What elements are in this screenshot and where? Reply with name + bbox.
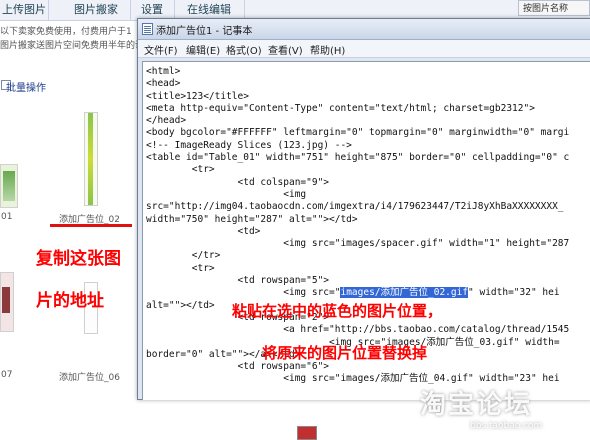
menu-file[interactable]: 文件(F) <box>144 42 178 57</box>
code-line: <td rowspan="5"> <box>146 275 330 287</box>
code-line: <body bgcolor="#FFFFFF" leftmargin="0" t… <box>146 127 570 139</box>
code-line: <tr> <box>146 164 215 176</box>
tab-settings[interactable]: 设置 <box>130 0 175 20</box>
tab-online-edit[interactable]: 在线编辑 <box>174 0 245 20</box>
notice-line-2: 图片搬家送图片空间免费用半年的说 <box>0 41 145 51</box>
code-line: <a href="http://bbs.taobao.com/catalog/t… <box>146 324 570 336</box>
code-line: <meta http-equiv="Content-Type" content=… <box>146 102 535 114</box>
watermark-url: bbs.taobao.com <box>470 421 543 431</box>
code-line: <td> <box>146 225 261 237</box>
image-thumbnail-left-2[interactable] <box>0 272 14 332</box>
taobao-forum-watermark: 淘宝论坛 <box>420 390 533 420</box>
image-thumbnail-01[interactable] <box>0 164 18 208</box>
code-line: <head> <box>146 78 181 90</box>
window-title: 添加广告位1 - 记事本 <box>156 26 253 37</box>
menu-bar: 文件(F) 编辑(E) 格式(O) 查看(V) 帮助(H) <box>138 40 590 58</box>
tab-image-move[interactable]: 图片搬家 <box>62 0 131 20</box>
notice-line-1: 以下卖家免费使用，付费用户于1 <box>0 27 132 37</box>
annotation-copy-line-1: 复制这张图 <box>36 249 121 269</box>
caption-thumb-06: 添加广告位_06 <box>59 373 120 383</box>
code-text: <html> <head> <title>123</title> <meta http… <box>146 66 590 386</box>
code-line: <img src="images/spacer.gif" width="1" h… <box>146 238 570 250</box>
code-line: <html> <box>146 66 181 77</box>
thumbnail-preview <box>88 113 93 205</box>
annotation-paste-line-1: 粘贴在选中的蓝色的图片位置， <box>232 302 443 320</box>
menu-edit[interactable]: 编辑(E) <box>186 42 220 57</box>
code-line: </tr> <box>146 250 221 262</box>
thumbnail-preview <box>3 171 15 201</box>
batch-operation-label: 批量操作 <box>6 83 46 94</box>
code-line: <tr> <box>146 262 215 274</box>
code-line: width="750" height="287" alt=""></td> <box>146 213 358 225</box>
thumbnail-preview <box>2 287 10 313</box>
code-line: <table id="Table_01" width="751" height=… <box>146 152 570 164</box>
code-line: <title>123</title> <box>146 90 249 102</box>
menu-help[interactable]: 帮助(H) <box>310 42 345 57</box>
image-thumbnail-02[interactable] <box>84 112 98 206</box>
caption-07: 07 <box>1 370 13 380</box>
batch-operation[interactable]: 批量操作 <box>0 76 60 96</box>
menu-format[interactable]: 格式(O) <box>226 42 262 57</box>
code-line: </head> <box>146 115 187 127</box>
notepad-icon <box>142 23 153 35</box>
code-line: <!-- ImageReady Slices (123.jpg) --> <box>146 139 352 151</box>
red-underline <box>50 224 132 227</box>
code-line: <td colspan="9"> <box>146 176 330 188</box>
search-by-image-name[interactable]: 按图片名称 <box>518 0 590 16</box>
title-bar[interactable]: 添加广告位1 - 记事本 <box>138 19 590 40</box>
code-line: src="http://img04.taobaocdn.com/imgextra… <box>146 201 564 213</box>
annotation-copy-line-2: 片的地址 <box>36 291 104 311</box>
menu-view[interactable]: 查看(V) <box>268 42 303 57</box>
code-line: <img src="images/添加广告位_02.gif" width="32… <box>146 287 560 299</box>
tab-upload-images[interactable]: 上传图片 <box>0 0 49 20</box>
code-line: <img <box>146 188 307 200</box>
caption-01: 01 <box>1 212 13 222</box>
annotation-paste-line-2: 将原来的图片位置替换掉 <box>262 344 428 362</box>
selected-image-path[interactable]: images/添加广告位_02.gif <box>340 287 469 299</box>
